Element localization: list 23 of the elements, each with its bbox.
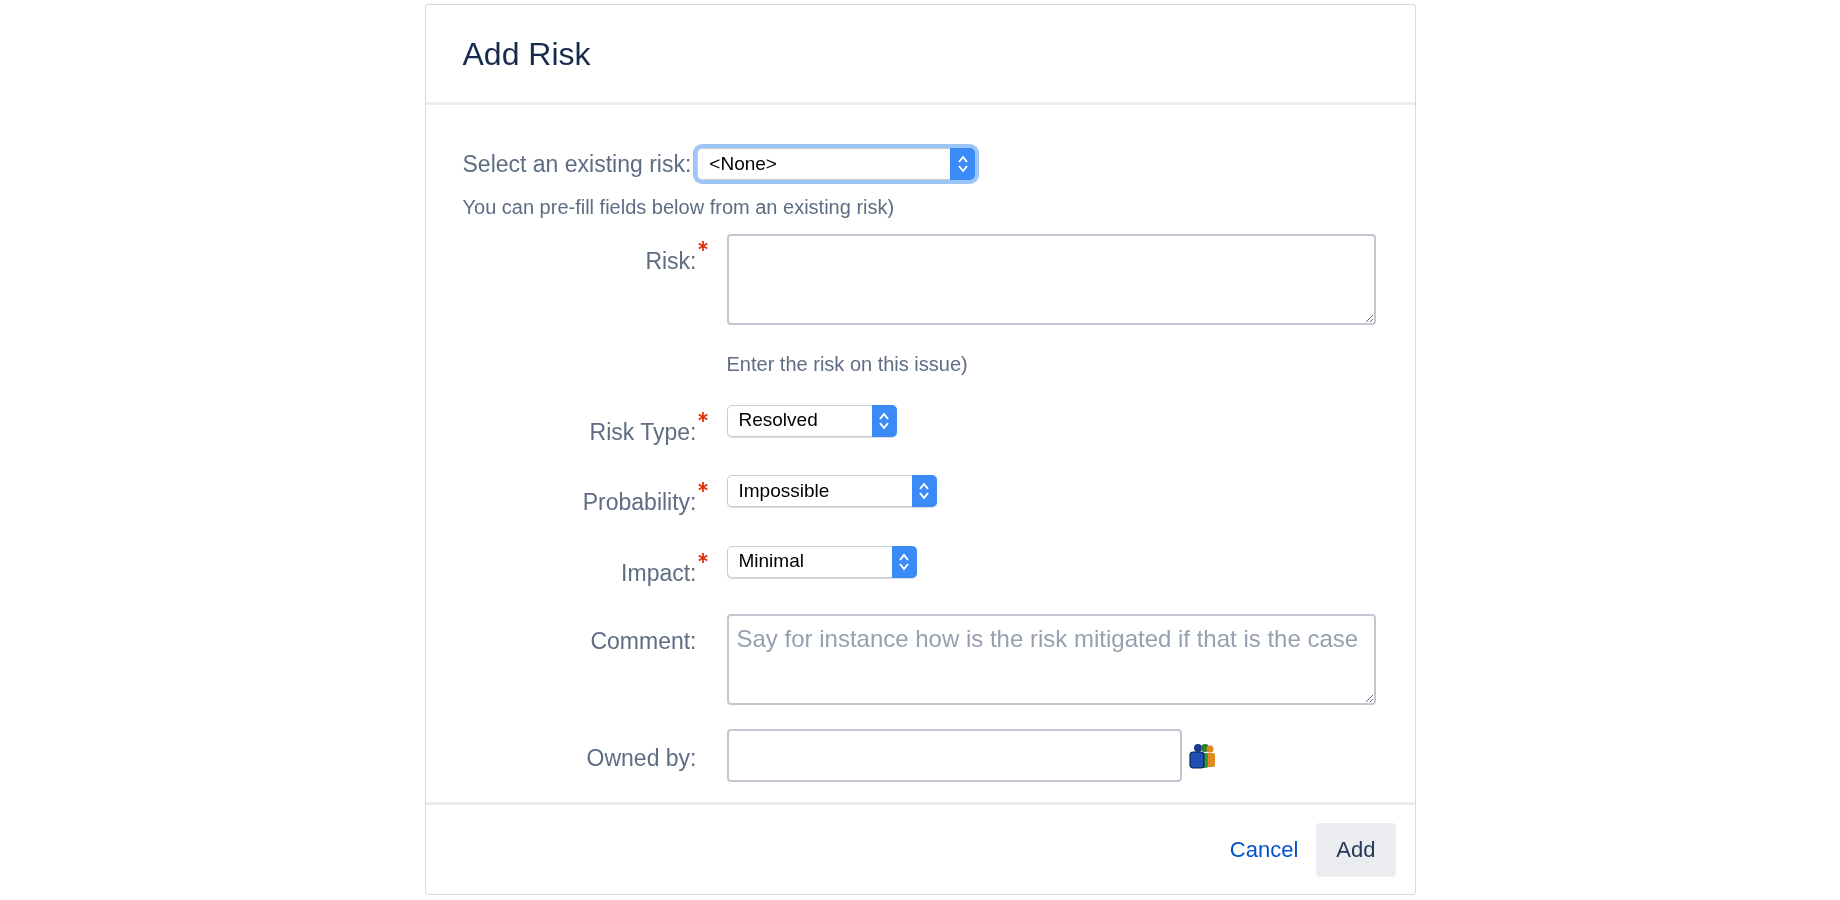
dialog-title: Add Risk <box>462 34 591 74</box>
dropdown[interactable]: Minimal <box>726 545 917 578</box>
chevron-updown-icon <box>956 154 969 175</box>
field-label: Impact: <box>621 558 697 588</box>
help-text: Enter the risk on this issue) <box>726 351 968 377</box>
dropdown[interactable]: Impossible <box>726 475 937 507</box>
field-label: Probability: <box>582 488 697 517</box>
field-label: Comment: <box>590 627 697 656</box>
dropdown[interactable]: Resolved <box>726 404 897 437</box>
user-input-field[interactable] <box>726 729 1182 782</box>
chevron-updown-icon <box>898 551 910 572</box>
text-area[interactable]: Say for instance how is the risk mitigated if that is the case <box>726 614 1376 705</box>
field-label: Select an existing risk: <box>462 150 692 179</box>
text-area[interactable] <box>726 233 1376 325</box>
field-label: Risk Type: <box>589 417 697 447</box>
cancel-link[interactable]: Cancel <box>1229 833 1299 866</box>
user-picker-icon[interactable] <box>1187 742 1216 769</box>
add-button[interactable]: Add <box>1316 822 1396 877</box>
field-label: Risk: <box>645 246 697 276</box>
chevron-updown-icon <box>918 481 930 501</box>
field-label: Owned by: <box>586 744 697 773</box>
help-text: You can pre-fill fields below from an existing risk) <box>462 194 895 220</box>
chevron-updown-icon <box>878 410 890 431</box>
